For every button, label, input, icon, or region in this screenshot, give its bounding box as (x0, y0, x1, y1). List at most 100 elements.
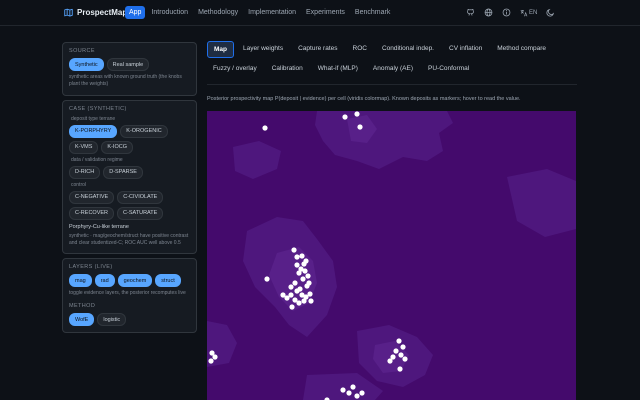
map-caption: Posterior prospectivity map P(deposit | … (207, 96, 521, 102)
deposit-marker[interactable] (359, 390, 365, 396)
regime-option-d-rich[interactable]: D-RICH (69, 165, 101, 179)
deposit-marker[interactable] (289, 304, 295, 310)
deposit-marker[interactable] (296, 270, 302, 276)
deposit-marker[interactable] (262, 125, 268, 131)
deposit-marker[interactable] (299, 253, 305, 259)
info-icon[interactable] (502, 8, 511, 17)
source-option-real-sample[interactable]: Real sample (106, 58, 150, 71)
layer-toggle-rad[interactable]: rad (94, 274, 115, 287)
deposit-option-k-iocg[interactable]: K-IOCG (101, 140, 133, 154)
nav-item-methodology[interactable]: Methodology (194, 6, 242, 19)
deposit-marker[interactable] (346, 390, 352, 396)
deposit-marker[interactable] (357, 124, 363, 130)
deposit-marker[interactable] (305, 273, 311, 279)
region-bottom (303, 373, 383, 400)
tab-layer-weights[interactable]: Layer weights (237, 41, 289, 58)
deposit-marker[interactable] (264, 276, 270, 282)
deposit-marker[interactable] (296, 300, 302, 306)
language-label: EN (529, 9, 538, 16)
tab-fuzzy-overlay[interactable]: Fuzzy / overlay (207, 61, 263, 76)
deposit-marker[interactable] (340, 387, 346, 393)
control-option-c-saturate[interactable]: C-SATURATE (117, 206, 164, 220)
top-icons: EN (466, 8, 555, 17)
regime-option-d-sparse[interactable]: D-SPARSE (103, 165, 143, 179)
map-canvas[interactable] (207, 111, 576, 400)
deposit-marker[interactable] (307, 291, 313, 297)
deposit-marker[interactable] (301, 261, 307, 267)
deposit-option-k-orogenic[interactable]: K-OROGENIC (120, 124, 168, 138)
deposit-marker[interactable] (354, 393, 360, 399)
deposit-marker[interactable] (397, 366, 403, 372)
tab-cv-inflation[interactable]: CV inflation (443, 41, 488, 58)
deposit-marker[interactable] (396, 338, 402, 344)
github-icon[interactable] (466, 8, 475, 17)
prospectivity-map[interactable] (207, 111, 576, 400)
deposit-marker[interactable] (400, 344, 406, 350)
deposit-marker[interactable] (294, 254, 300, 260)
deposit-marker[interactable] (302, 268, 308, 274)
source-note: synthetic areas with known ground truth … (69, 74, 182, 88)
method-options: WofE logistic (69, 313, 190, 327)
nav-item-experiments[interactable]: Experiments (302, 6, 349, 19)
layer-toggle-mag[interactable]: mag (69, 274, 92, 287)
map-icon (64, 8, 73, 17)
tab-roc[interactable]: ROC (347, 41, 373, 58)
deposit-option-k-porphyry[interactable]: K-PORPHYRY (69, 124, 118, 138)
case-title: CASE (SYNTHETIC) (69, 105, 127, 112)
method-option-wofe[interactable]: WofE (69, 313, 95, 327)
control-option-c-recover[interactable]: C-RECOVER (69, 206, 115, 220)
tab-row-1: Map Layer weights Capture rates ROC Conditio… (207, 41, 577, 58)
deposit-marker[interactable] (301, 298, 307, 304)
tab-calibration[interactable]: Calibration (266, 61, 309, 76)
tab-map[interactable]: Map (207, 41, 234, 58)
deposit-marker[interactable] (297, 286, 303, 292)
region-upper (315, 111, 453, 169)
regime-label: data / validation regime (71, 156, 123, 163)
deposit-marker[interactable] (308, 298, 314, 304)
sidebar: SOURCE Synthetic Real sample synthetic ar… (62, 42, 197, 337)
deposit-marker[interactable] (393, 348, 399, 354)
tab-conditional-indep[interactable]: Conditional indep. (376, 41, 440, 58)
deposit-marker[interactable] (398, 352, 404, 358)
tab-anomaly-ae[interactable]: Anomaly (AE) (367, 61, 419, 76)
globe-icon[interactable] (484, 8, 493, 17)
deposit-marker[interactable] (292, 280, 298, 286)
deposit-marker[interactable] (288, 284, 294, 290)
layer-toggle-geochem[interactable]: geochem (117, 274, 153, 287)
control-option-c-negative[interactable]: C-NEGATIVE (69, 190, 115, 204)
method-title: METHOD (69, 303, 96, 310)
deposit-marker[interactable] (387, 358, 393, 364)
deposit-option-k-vms[interactable]: K-VMS (69, 140, 99, 154)
tabs-divider (207, 84, 577, 85)
layers-panel: LAYERS (LIVE) mag rad geochem struct toggle… (62, 258, 197, 334)
deposit-marker[interactable] (212, 354, 218, 360)
method-option-logistic[interactable]: logistic (97, 313, 127, 327)
deposit-marker[interactable] (284, 295, 290, 301)
tab-capture-rates[interactable]: Capture rates (292, 41, 343, 58)
nav-item-implementation[interactable]: Implementation (244, 6, 300, 19)
source-option-synthetic[interactable]: Synthetic (69, 58, 104, 71)
brand[interactable]: ProspectMap (64, 8, 127, 17)
deposit-marker[interactable] (354, 111, 360, 117)
nav-item-app[interactable]: App (125, 6, 146, 19)
control-option-c-civiolate[interactable]: C-CIVIOLATE (117, 190, 164, 204)
tab-pu-conformal[interactable]: PU-Conformal (422, 61, 475, 76)
case-panel: CASE (SYNTHETIC) deposit type terrane K-… (62, 99, 197, 254)
deposit-marker[interactable] (208, 358, 214, 364)
deposit-marker[interactable] (306, 280, 312, 286)
deposit-marker[interactable] (294, 262, 300, 268)
nav-item-benchmark[interactable]: Benchmark (351, 6, 394, 19)
deposit-marker[interactable] (300, 276, 306, 282)
case-name: Porphyry-Cu-like terrane (69, 223, 129, 230)
language-switch[interactable]: EN (520, 9, 537, 17)
deposit-marker[interactable] (291, 247, 297, 253)
layer-toggle-struct[interactable]: struct (155, 274, 181, 287)
tab-method-compare[interactable]: Method compare (491, 41, 552, 58)
nav-item-introduction[interactable]: Introduction (147, 6, 192, 19)
deposit-marker[interactable] (350, 384, 356, 390)
moon-icon[interactable] (546, 8, 555, 17)
tab-what-if-mlp[interactable]: What-if (MLP) (312, 61, 364, 76)
deposit-marker[interactable] (342, 114, 348, 120)
deposit-marker[interactable] (402, 356, 408, 362)
layer-toggles: mag rad geochem struct (69, 274, 190, 287)
